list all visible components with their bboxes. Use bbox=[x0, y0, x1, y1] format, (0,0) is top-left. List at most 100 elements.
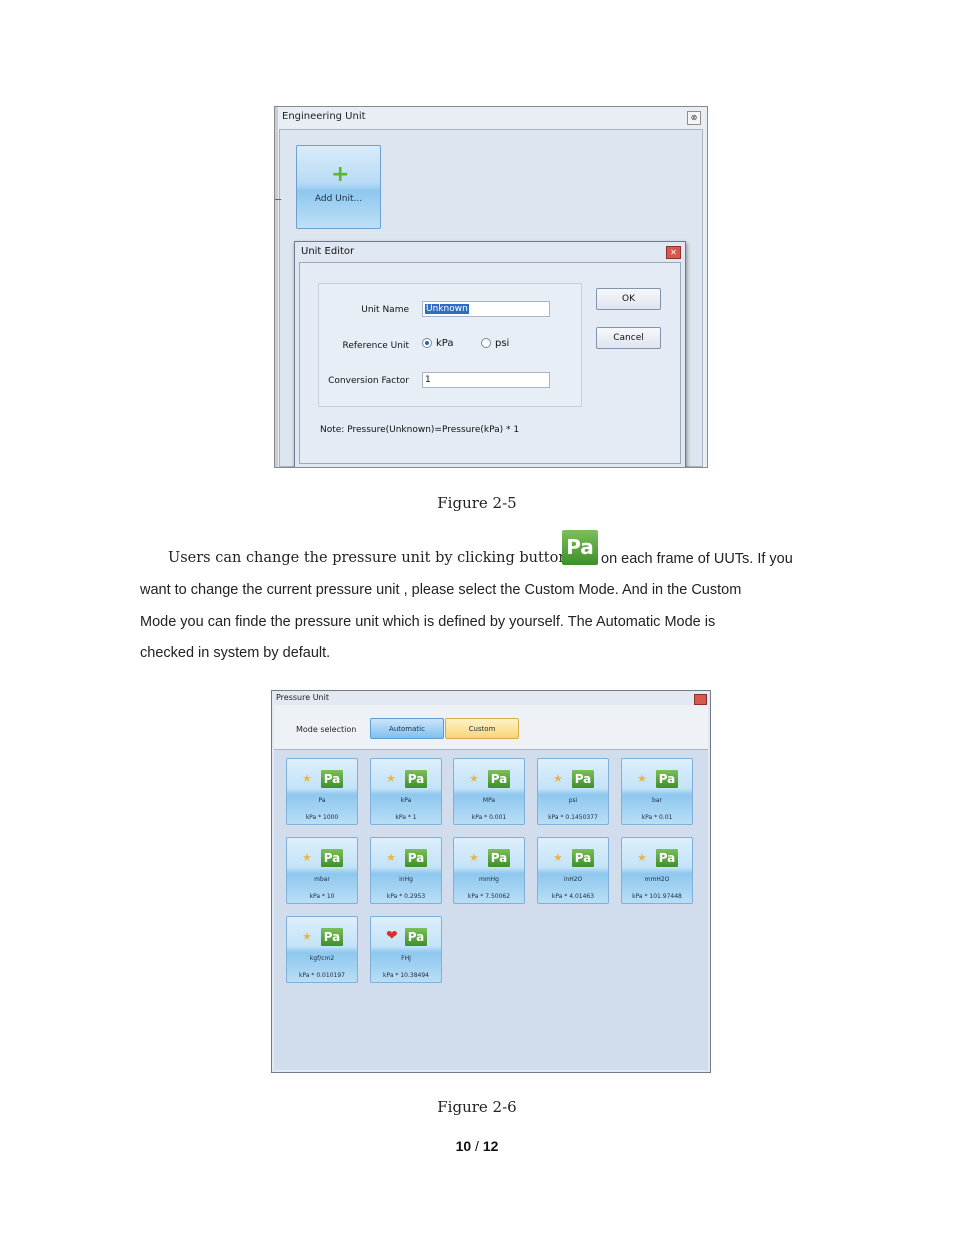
unit-name-input[interactable]: Unknown bbox=[422, 301, 550, 317]
radio-kpa-label: kPa bbox=[436, 338, 454, 349]
radio-psi[interactable]: psi bbox=[481, 338, 509, 349]
star-icon: ★ bbox=[386, 772, 396, 785]
unit-tile-kpa[interactable]: ★ Pa kPa kPa * 1 bbox=[370, 758, 442, 825]
cancel-button[interactable]: Cancel bbox=[596, 327, 661, 349]
window-title: Engineering Unit bbox=[282, 111, 366, 122]
pa-icon: Pa bbox=[405, 770, 427, 788]
star-icon: ★ bbox=[302, 930, 312, 943]
unit-factor: kPa * 1 bbox=[395, 814, 417, 821]
unit-tile-inh2o[interactable]: ★ Pa inH2O kPa * 4.01463 bbox=[537, 837, 609, 904]
pa-icon: Pa bbox=[572, 770, 594, 788]
conversion-note: Note: Pressure(Unknown)=Pressure(kPa) * … bbox=[320, 425, 520, 435]
unit-name: Pa bbox=[318, 797, 326, 804]
pa-icon: Pa bbox=[321, 770, 343, 788]
unit-factor: kPa * 7.50062 bbox=[467, 893, 511, 900]
unit-tile-mbar[interactable]: ★ Pa mbar kPa * 10 bbox=[286, 837, 358, 904]
close-icon[interactable] bbox=[694, 694, 707, 705]
unit-factor: kPa * 0.010197 bbox=[299, 972, 345, 979]
pa-icon: Pa bbox=[405, 928, 427, 946]
ok-button[interactable]: OK bbox=[596, 288, 661, 310]
unit-fields-group: Unit Name Unknown Reference Unit kPa psi… bbox=[318, 283, 582, 407]
star-icon: ★ bbox=[637, 851, 647, 864]
automatic-mode-button[interactable]: Automatic bbox=[370, 718, 444, 739]
unit-tile-mmh2o[interactable]: ★ Pa mmH2O kPa * 101.97448 bbox=[621, 837, 693, 904]
mode-selection-label: Mode selection bbox=[296, 725, 357, 734]
paragraph-line-1a: Users can change the pressure unit by cl… bbox=[168, 550, 568, 566]
star-icon: ★ bbox=[302, 851, 312, 864]
star-icon: ★ bbox=[553, 851, 563, 864]
unit-name-value: Unknown bbox=[425, 304, 469, 314]
page-current: 10 bbox=[455, 1138, 472, 1154]
unit-factor: kPa * 0.1450377 bbox=[548, 814, 598, 821]
reference-unit-label: Reference Unit bbox=[342, 341, 409, 351]
unit-tile-mpa[interactable]: ★ Pa MPa kPa * 0.001 bbox=[453, 758, 525, 825]
unit-name: inH2O bbox=[563, 876, 583, 883]
window-edge bbox=[275, 107, 278, 467]
close-icon[interactable]: ⊗ bbox=[687, 111, 701, 125]
unit-factor: kPa * 0.01 bbox=[641, 814, 673, 821]
dialog-title: Unit Editor bbox=[301, 246, 355, 257]
unit-editor-dialog: Unit Editor ✕ Unit Name Unknown Referenc… bbox=[294, 241, 686, 467]
unit-factor: kPa * 0.001 bbox=[471, 814, 507, 821]
custom-mode-button[interactable]: Custom bbox=[445, 718, 519, 739]
pressure-unit-window: Pressure Unit Mode selection Automatic C… bbox=[271, 690, 711, 1073]
pa-icon: Pa bbox=[572, 849, 594, 867]
radio-psi-label: psi bbox=[495, 338, 510, 349]
unit-name: psi bbox=[568, 797, 578, 804]
star-icon: ★ bbox=[637, 772, 647, 785]
pa-icon: Pa bbox=[405, 849, 427, 867]
unit-factor: kPa * 0.2953 bbox=[386, 893, 426, 900]
paragraph-line-3: Mode you can finde the pressure unit whi… bbox=[140, 614, 716, 630]
unit-name: kPa bbox=[400, 797, 412, 804]
unit-tile-kgf-cm2[interactable]: ★ Pa kgf/cm2 kPa * 0.010197 bbox=[286, 916, 358, 983]
page-separator: / bbox=[471, 1138, 483, 1154]
unit-name: mmH2O bbox=[644, 876, 670, 883]
unit-tile-pa[interactable]: ★ Pa Pa kPa * 1000 bbox=[286, 758, 358, 825]
unit-name: kgf/cm2 bbox=[309, 955, 335, 962]
pa-icon: Pa bbox=[656, 849, 678, 867]
unit-name: MPa bbox=[482, 797, 496, 804]
unit-name: mbar bbox=[314, 876, 330, 883]
unit-tile-inhg[interactable]: ★ Pa inHg kPa * 0.2953 bbox=[370, 837, 442, 904]
star-icon: ★ bbox=[553, 772, 563, 785]
star-icon: ★ bbox=[302, 772, 312, 785]
add-unit-label: Add Unit... bbox=[314, 194, 363, 204]
unit-tile-fhj[interactable]: ❤ Pa FHJ kPa * 10.38494 bbox=[370, 916, 442, 983]
close-icon[interactable]: ✕ bbox=[666, 246, 681, 259]
paragraph-line-4: checked in system by default. bbox=[140, 645, 331, 661]
pa-icon: Pa bbox=[321, 928, 343, 946]
red-marker bbox=[275, 199, 281, 200]
unit-tile-bar[interactable]: ★ Pa bar kPa * 0.01 bbox=[621, 758, 693, 825]
unit-name: inHg bbox=[399, 876, 413, 883]
window-title: Pressure Unit bbox=[276, 693, 329, 702]
unit-tile-psi[interactable]: ★ Pa psi kPa * 0.1450377 bbox=[537, 758, 609, 825]
figure-caption: Figure 2-5 bbox=[437, 494, 517, 512]
pa-icon: Pa bbox=[321, 849, 343, 867]
paragraph-line-1b: on each frame of UUTs. If you bbox=[601, 551, 793, 567]
paragraph-line-2: want to change the current pressure unit… bbox=[140, 582, 742, 598]
radio-unselected-icon bbox=[481, 338, 491, 348]
unit-tile-grid: ★ Pa Pa kPa * 1000 ★ Pa kPa kPa * 1 ★ Pa MPa kPa … bbox=[274, 750, 708, 1070]
unit-name: FHJ bbox=[401, 955, 411, 962]
conversion-factor-input[interactable]: 1 bbox=[422, 372, 550, 388]
figure-caption: Figure 2-6 bbox=[437, 1098, 517, 1116]
unit-name: mmHg bbox=[478, 876, 499, 883]
add-unit-button[interactable]: + Add Unit... bbox=[296, 145, 381, 229]
unit-factor: kPa * 10.38494 bbox=[383, 972, 429, 979]
unit-name: bar bbox=[652, 797, 662, 804]
page-total: 12 bbox=[482, 1138, 499, 1154]
engineering-unit-window: Engineering Unit ⊗ + Add Unit... Unit Ed… bbox=[274, 106, 708, 468]
radio-selected-icon bbox=[422, 338, 432, 348]
radio-kpa[interactable]: kPa bbox=[422, 338, 454, 349]
conversion-factor-label: Conversion Factor bbox=[328, 376, 409, 386]
pa-icon: Pa bbox=[488, 849, 510, 867]
unit-factor: kPa * 10 bbox=[309, 893, 335, 900]
star-icon: ★ bbox=[469, 772, 479, 785]
unit-factor: kPa * 101.97448 bbox=[632, 893, 682, 900]
heart-icon: ❤ bbox=[386, 928, 398, 944]
pa-icon: Pa bbox=[562, 530, 598, 565]
pa-icon: Pa bbox=[488, 770, 510, 788]
pa-icon: Pa bbox=[656, 770, 678, 788]
plus-icon: + bbox=[331, 162, 350, 187]
unit-tile-mmhg[interactable]: ★ Pa mmHg kPa * 7.50062 bbox=[453, 837, 525, 904]
